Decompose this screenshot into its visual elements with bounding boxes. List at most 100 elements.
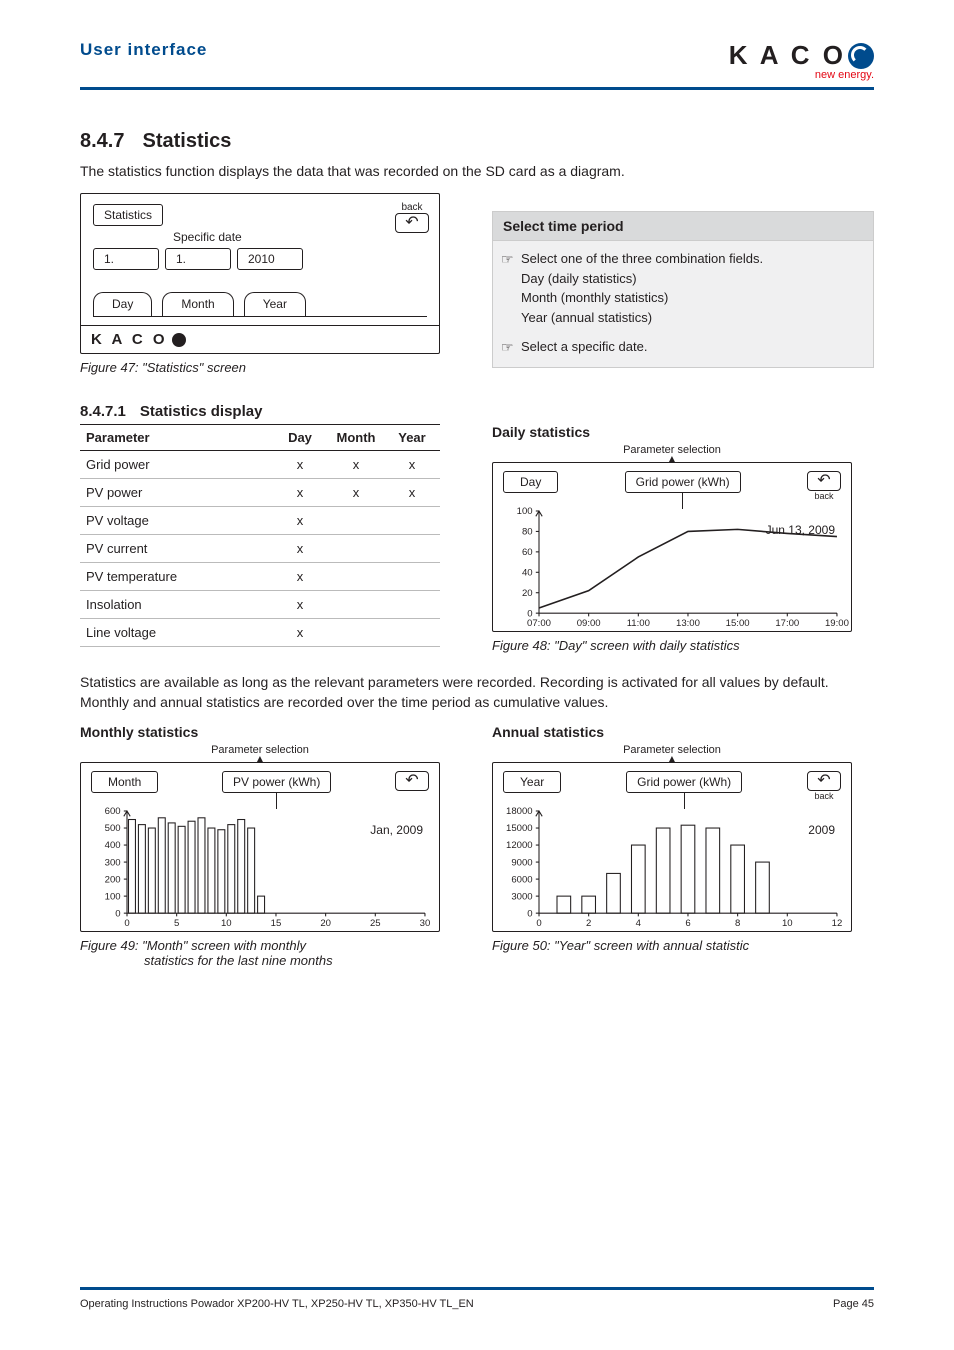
screen-title: Statistics — [93, 204, 163, 226]
infobox-line: Select a specific date. — [521, 339, 647, 354]
daily-chart: 02040608010007:0009:0011:0013:0015:0017:… — [539, 511, 837, 613]
svg-text:18000: 18000 — [506, 806, 533, 817]
svg-text:5: 5 — [174, 918, 179, 929]
header-title: User interface — [80, 40, 207, 60]
logo-swirl-icon — [848, 43, 874, 69]
svg-text:15: 15 — [271, 918, 282, 929]
svg-text:300: 300 — [105, 857, 121, 868]
logo-text: K A C O — [729, 40, 846, 71]
table-row: Line voltagex — [80, 619, 440, 647]
tab-year[interactable]: Year — [244, 292, 306, 316]
svg-text:40: 40 — [522, 567, 533, 578]
logo-swirl-icon — [172, 333, 186, 347]
svg-text:2: 2 — [586, 918, 591, 929]
date-month-field[interactable]: 1. — [165, 248, 231, 270]
svg-text:100: 100 — [105, 892, 121, 903]
section-title: Statistics — [142, 130, 231, 152]
footer-left: Operating Instructions Powador XP200-HV … — [80, 1298, 474, 1310]
section-intro: The statistics function displays the dat… — [80, 163, 874, 179]
parameter-table: Parameter Day Month Year Grid powerxxxPV… — [80, 424, 440, 647]
table-row: PV currentx — [80, 535, 440, 563]
svg-text:12000: 12000 — [506, 840, 533, 851]
svg-text:0: 0 — [124, 918, 129, 929]
svg-text:500: 500 — [105, 823, 121, 834]
svg-text:9000: 9000 — [511, 857, 532, 868]
svg-text:0: 0 — [536, 918, 541, 929]
date-year-field[interactable]: 2010 — [237, 248, 303, 270]
table-row: PV voltagex — [80, 507, 440, 535]
subsection-number: 8.4.7.1 — [80, 403, 126, 420]
return-icon: ↶ — [807, 471, 841, 491]
th-parameter: Parameter — [80, 425, 272, 451]
mode-box[interactable]: Year — [503, 771, 561, 793]
fig47-device: back ↶ Statistics Specific date 1. 1. 20… — [80, 193, 440, 354]
back-button[interactable]: back ↶ — [395, 202, 429, 233]
footer-right: Page 45 — [833, 1298, 874, 1310]
svg-text:3000: 3000 — [511, 892, 532, 903]
infobox-line: Day (daily statistics) — [521, 271, 637, 286]
svg-text:6: 6 — [685, 918, 690, 929]
annual-chart: 0300060009000120001500018000024681012 — [539, 811, 837, 913]
th-day: Day — [272, 425, 328, 451]
svg-text:4: 4 — [636, 918, 642, 929]
table-row: PV powerxxx — [80, 479, 440, 507]
subsection-heading: 8.4.7.1Statistics display — [80, 403, 874, 420]
mid-paragraph: Statistics are available as long as the … — [80, 673, 874, 712]
page-header: User interface K A C O new energy. — [80, 0, 874, 90]
param-selection[interactable]: Grid power (kWh) — [625, 471, 741, 493]
infobox-line: Month (monthly statistics) — [521, 290, 668, 305]
mode-box[interactable]: Month — [91, 771, 158, 793]
fig49-device: Month PV power (kWh) ↶ Jan, 2009 0100200… — [80, 762, 440, 932]
svg-text:20: 20 — [320, 918, 331, 929]
svg-text:17:00: 17:00 — [775, 618, 799, 629]
svg-text:10: 10 — [221, 918, 232, 929]
monthly-stats-heading: Monthly statistics — [80, 724, 462, 740]
tab-day[interactable]: Day — [93, 292, 152, 316]
svg-text:25: 25 — [370, 918, 381, 929]
specific-date-label: Specific date — [173, 230, 427, 244]
brand-logo: K A C O new energy. — [729, 40, 874, 81]
svg-text:20: 20 — [522, 588, 533, 599]
svg-text:15:00: 15:00 — [726, 618, 750, 629]
select-time-period-box: Select time period ☞ Select one of the t… — [492, 211, 874, 368]
device-footer: K A C O — [81, 325, 439, 353]
hand-icon: ☞ — [501, 249, 514, 270]
fig50-device: Year Grid power (kWh) ↶back 2009 0300060… — [492, 762, 852, 932]
back-button[interactable]: ↶ — [395, 771, 429, 791]
svg-text:13:00: 13:00 — [676, 618, 700, 629]
th-month: Month — [328, 425, 384, 451]
svg-text:600: 600 — [105, 806, 121, 817]
svg-text:6000: 6000 — [511, 874, 532, 885]
mode-box[interactable]: Day — [503, 471, 558, 493]
svg-text:80: 80 — [522, 527, 533, 538]
back-button[interactable]: ↶back — [807, 471, 841, 501]
th-year: Year — [384, 425, 440, 451]
svg-text:07:00: 07:00 — [527, 618, 551, 629]
fig50-caption: Figure 50: "Year" screen with annual sta… — [492, 938, 874, 953]
svg-text:60: 60 — [522, 547, 533, 558]
table-row: PV temperaturex — [80, 563, 440, 591]
page-footer: Operating Instructions Powador XP200-HV … — [80, 1287, 874, 1310]
annual-stats-heading: Annual statistics — [492, 724, 874, 740]
return-icon: ↶ — [395, 771, 429, 791]
fig49-caption: Figure 49: "Month" screen with monthly s… — [80, 938, 462, 968]
svg-text:09:00: 09:00 — [577, 618, 601, 629]
section-heading: 8.4.7 Statistics — [80, 130, 874, 153]
table-row: Grid powerxxx — [80, 451, 440, 479]
svg-text:400: 400 — [105, 840, 121, 851]
date-day-field[interactable]: 1. — [93, 248, 159, 270]
svg-text:11:00: 11:00 — [627, 618, 650, 629]
return-icon: ↶ — [807, 771, 841, 791]
param-selection[interactable]: Grid power (kWh) — [626, 771, 742, 793]
tab-month[interactable]: Month — [162, 292, 233, 316]
fig47-caption: Figure 47: "Statistics" screen — [80, 360, 462, 375]
infobox-title: Select time period — [493, 212, 873, 241]
return-icon: ↶ — [395, 213, 429, 233]
param-selection[interactable]: PV power (kWh) — [222, 771, 331, 793]
svg-text:0: 0 — [115, 909, 120, 920]
section-number: 8.4.7 — [80, 130, 124, 152]
back-button[interactable]: ↶back — [807, 771, 841, 801]
monthly-chart: 0100200300400500600051015202530 — [127, 811, 425, 913]
fig48-device: Day Grid power (kWh) ↶back Jun 13, 2009 … — [492, 462, 852, 632]
fig48-caption: Figure 48: "Day" screen with daily stati… — [492, 638, 874, 653]
